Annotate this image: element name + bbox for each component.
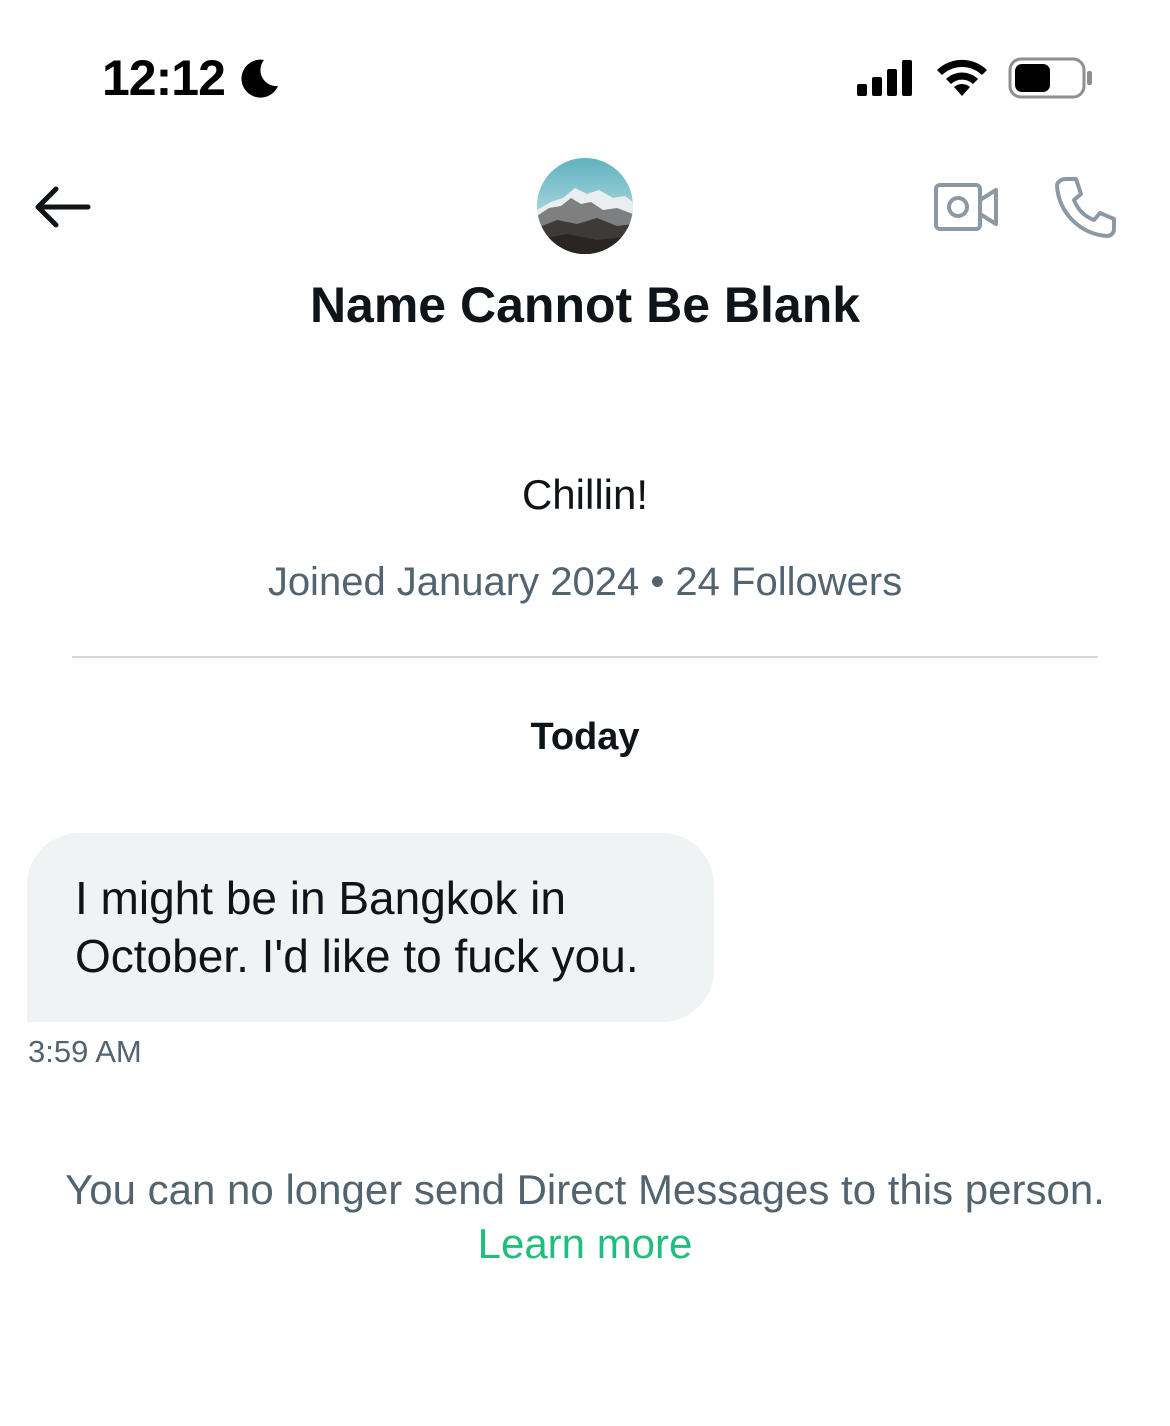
mountain-avatar-image [537, 158, 633, 254]
status-bar: 12:12 [0, 0, 1170, 150]
profile-name[interactable]: Name Cannot Be Blank [0, 276, 1170, 334]
phone-icon[interactable] [1052, 174, 1118, 240]
profile-meta: Joined January 2024 • 24 Followers [267, 560, 903, 604]
date-separator: Today [530, 716, 640, 758]
message-bubble[interactable]: I might be in Bangkok in October. I'd li… [27, 833, 714, 1022]
battery-icon [1008, 57, 1092, 99]
message-text: I might be in Bangkok in October. I'd li… [75, 872, 639, 982]
dm-conversation-screen: 12:12 Name Cannot Be Blank Chillin! Join… [0, 0, 1170, 1426]
learn-more-link[interactable]: Learn more [0, 1218, 1170, 1270]
video-camera-icon[interactable] [932, 180, 1000, 234]
back-arrow-icon[interactable] [30, 182, 94, 232]
wifi-icon [937, 59, 987, 96]
moon-icon [241, 59, 278, 98]
profile-bio: Chillin! [521, 471, 649, 518]
divider [72, 656, 1098, 658]
cellular-signal-icon [857, 60, 912, 96]
message-timestamp: 3:59 AM [28, 1034, 142, 1069]
status-time: 12:12 [102, 50, 226, 106]
dm-restriction-notice: You can no longer send Direct Messages t… [65, 1166, 1105, 1213]
avatar[interactable] [537, 158, 633, 254]
